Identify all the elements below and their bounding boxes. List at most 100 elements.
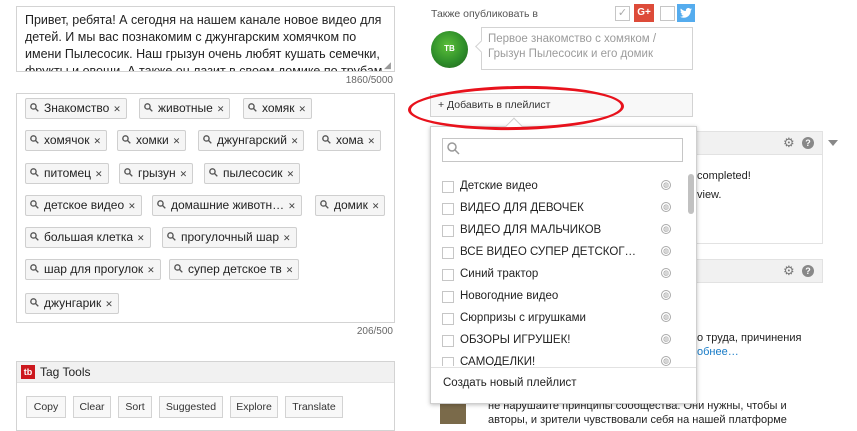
remove-tag-icon[interactable]: ✕ [173, 132, 181, 151]
remove-tag-icon[interactable]: ✕ [288, 197, 296, 216]
tag-chip[interactable]: хомячок ✕ [25, 130, 108, 151]
search-icon [30, 229, 41, 248]
annotation-ellipse [407, 84, 625, 132]
tags-box[interactable]: Знакомство ✕ животные ✕ хомяк ✕ хомячок ✕ хомки ✕… [16, 93, 395, 323]
gear-icon-2[interactable]: ⚙ [783, 263, 795, 279]
search-icon [167, 229, 178, 248]
playlist-checkbox[interactable] [442, 291, 454, 303]
playlist-name: Сюрпризы с игрушками [460, 312, 586, 324]
remove-tag-icon[interactable]: ✕ [217, 100, 225, 119]
playlist-item[interactable]: ВИДЕО ДЛЯ МАЛЬЧИКОВ ◍ [442, 220, 682, 240]
explore-button[interactable]: Explore [230, 396, 278, 418]
remove-tag-icon[interactable]: ✕ [105, 295, 113, 314]
playlist-name: Новогодние видео [460, 290, 559, 302]
tag-chip[interactable]: прогулочный шар ✕ [162, 227, 297, 248]
copy-button[interactable]: Copy [26, 396, 66, 418]
remove-tag-icon[interactable]: ✕ [283, 229, 291, 248]
remove-tag-icon[interactable]: ✕ [147, 261, 155, 280]
twitter-checkbox[interactable] [660, 6, 675, 21]
playlist-item[interactable]: Детские видео ◍ [442, 176, 682, 196]
remove-tag-icon[interactable]: ✕ [93, 132, 101, 151]
playlist-item[interactable]: Новогодние видео ◍ [442, 286, 682, 306]
panel2-more-link[interactable]: обнее… [697, 346, 739, 358]
remove-tag-icon[interactable]: ✕ [180, 165, 188, 184]
tag-chip[interactable]: супер детское тв ✕ [169, 259, 300, 280]
tags-counter: 206/500 [356, 326, 393, 337]
suggested-button[interactable]: Suggested [159, 396, 223, 418]
panel2-text-1: о труда, причинения [697, 332, 802, 344]
tag-chip[interactable]: большая клетка ✕ [25, 227, 151, 248]
tag-tools-header: tb Tag Tools [17, 362, 394, 383]
playlist-item[interactable]: ВСЕ ВИДЕО СУПЕР ДЕТСКОГ… ◍ [442, 242, 682, 262]
description-textarea[interactable]: Привет, ребята! А сегодня на нашем канал… [16, 6, 395, 72]
playlist-item[interactable]: Синий трактор ◍ [442, 264, 682, 284]
dropdown-scrollbar[interactable] [688, 174, 694, 214]
tag-chip[interactable]: животные ✕ [139, 98, 231, 119]
gear-icon[interactable]: ⚙ [783, 135, 795, 151]
playlist-item[interactable]: ОБЗОРЫ ИГРУШЕК! ◍ [442, 330, 682, 350]
playlist-item[interactable]: Сюрпризы с игрушками ◍ [442, 308, 682, 328]
search-icon [124, 165, 135, 184]
tag-chip[interactable]: хома ✕ [317, 130, 382, 151]
remove-tag-icon[interactable]: ✕ [287, 165, 295, 184]
create-playlist-link[interactable]: Создать новый плейлист [443, 377, 577, 389]
globe-icon: ◍ [661, 356, 671, 366]
remove-tag-icon[interactable]: ✕ [95, 165, 103, 184]
channel-avatar: TB [431, 31, 468, 68]
tag-label: питомец [44, 166, 92, 180]
tag-chip[interactable]: детское видео ✕ [25, 195, 142, 216]
sort-button[interactable]: Sort [118, 396, 152, 418]
playlist-item[interactable]: ВИДЕО ДЛЯ ДЕВОЧЕК ◍ [442, 198, 682, 218]
translate-button[interactable]: Translate [285, 396, 343, 418]
tag-chip[interactable]: шар для прогулок ✕ [25, 259, 161, 280]
tag-chip[interactable]: грызун ✕ [119, 163, 194, 184]
playlist-item[interactable]: САМОДЕЛКИ! ◍ [442, 352, 682, 366]
search-icon [30, 197, 41, 216]
playlist-search-input[interactable] [442, 138, 683, 162]
search-icon [30, 100, 41, 119]
tag-label: хомяк [262, 101, 295, 115]
remove-tag-icon[interactable]: ✕ [291, 132, 299, 151]
tag-chip[interactable]: домик ✕ [315, 195, 386, 216]
panel1-text-2: view. [697, 189, 722, 201]
tag-chip[interactable]: джунгарский ✕ [198, 130, 305, 151]
remove-tag-icon[interactable]: ✕ [372, 197, 380, 216]
remove-tag-icon[interactable]: ✕ [299, 100, 307, 119]
help-icon[interactable]: ? [802, 137, 814, 149]
playlist-checkbox[interactable] [442, 225, 454, 237]
globe-icon: ◍ [661, 312, 671, 322]
remove-tag-icon[interactable]: ✕ [128, 197, 136, 216]
remove-tag-icon[interactable]: ✕ [286, 261, 294, 280]
playlist-checkbox[interactable] [442, 313, 454, 325]
tag-label: хомки [136, 133, 169, 147]
globe-icon: ◍ [661, 268, 671, 278]
tag-label: джунгарский [217, 133, 287, 147]
remove-tag-icon[interactable]: ✕ [137, 229, 145, 248]
remove-tag-icon[interactable]: ✕ [367, 132, 375, 151]
tag-label: джунгарик [44, 296, 102, 310]
search-icon [174, 261, 185, 280]
gplus-checkbox[interactable]: ✓ [615, 6, 630, 21]
remove-tag-icon[interactable]: ✕ [113, 100, 121, 119]
playlist-checkbox[interactable] [442, 269, 454, 281]
tag-chip[interactable]: хомяк ✕ [243, 98, 313, 119]
tag-chip[interactable]: Знакомство ✕ [25, 98, 127, 119]
playlist-checkbox[interactable] [442, 357, 454, 366]
tag-chip[interactable]: домашние животн… ✕ [152, 195, 302, 216]
playlist-checkbox[interactable] [442, 203, 454, 215]
resize-grip-icon[interactable]: ◢ [384, 61, 392, 70]
playlist-checkbox[interactable] [442, 247, 454, 259]
twitter-icon [677, 4, 695, 22]
tag-chip[interactable]: хомки ✕ [117, 130, 187, 151]
tag-chip[interactable]: джунгарик ✕ [25, 293, 119, 314]
tag-chip[interactable]: пылесосик ✕ [204, 163, 301, 184]
globe-icon: ◍ [661, 246, 671, 256]
tag-chip[interactable]: питомец ✕ [25, 163, 109, 184]
playlist-checkbox[interactable] [442, 335, 454, 347]
collapse-caret-icon[interactable] [828, 140, 838, 146]
clear-button[interactable]: Clear [73, 396, 111, 418]
share-message-input[interactable]: Первое знакомство с хомяком / Грызун Пыл… [475, 27, 693, 70]
tag-label: шар для прогулок [44, 262, 144, 276]
playlist-checkbox[interactable] [442, 181, 454, 193]
help-icon-2[interactable]: ? [802, 265, 814, 277]
